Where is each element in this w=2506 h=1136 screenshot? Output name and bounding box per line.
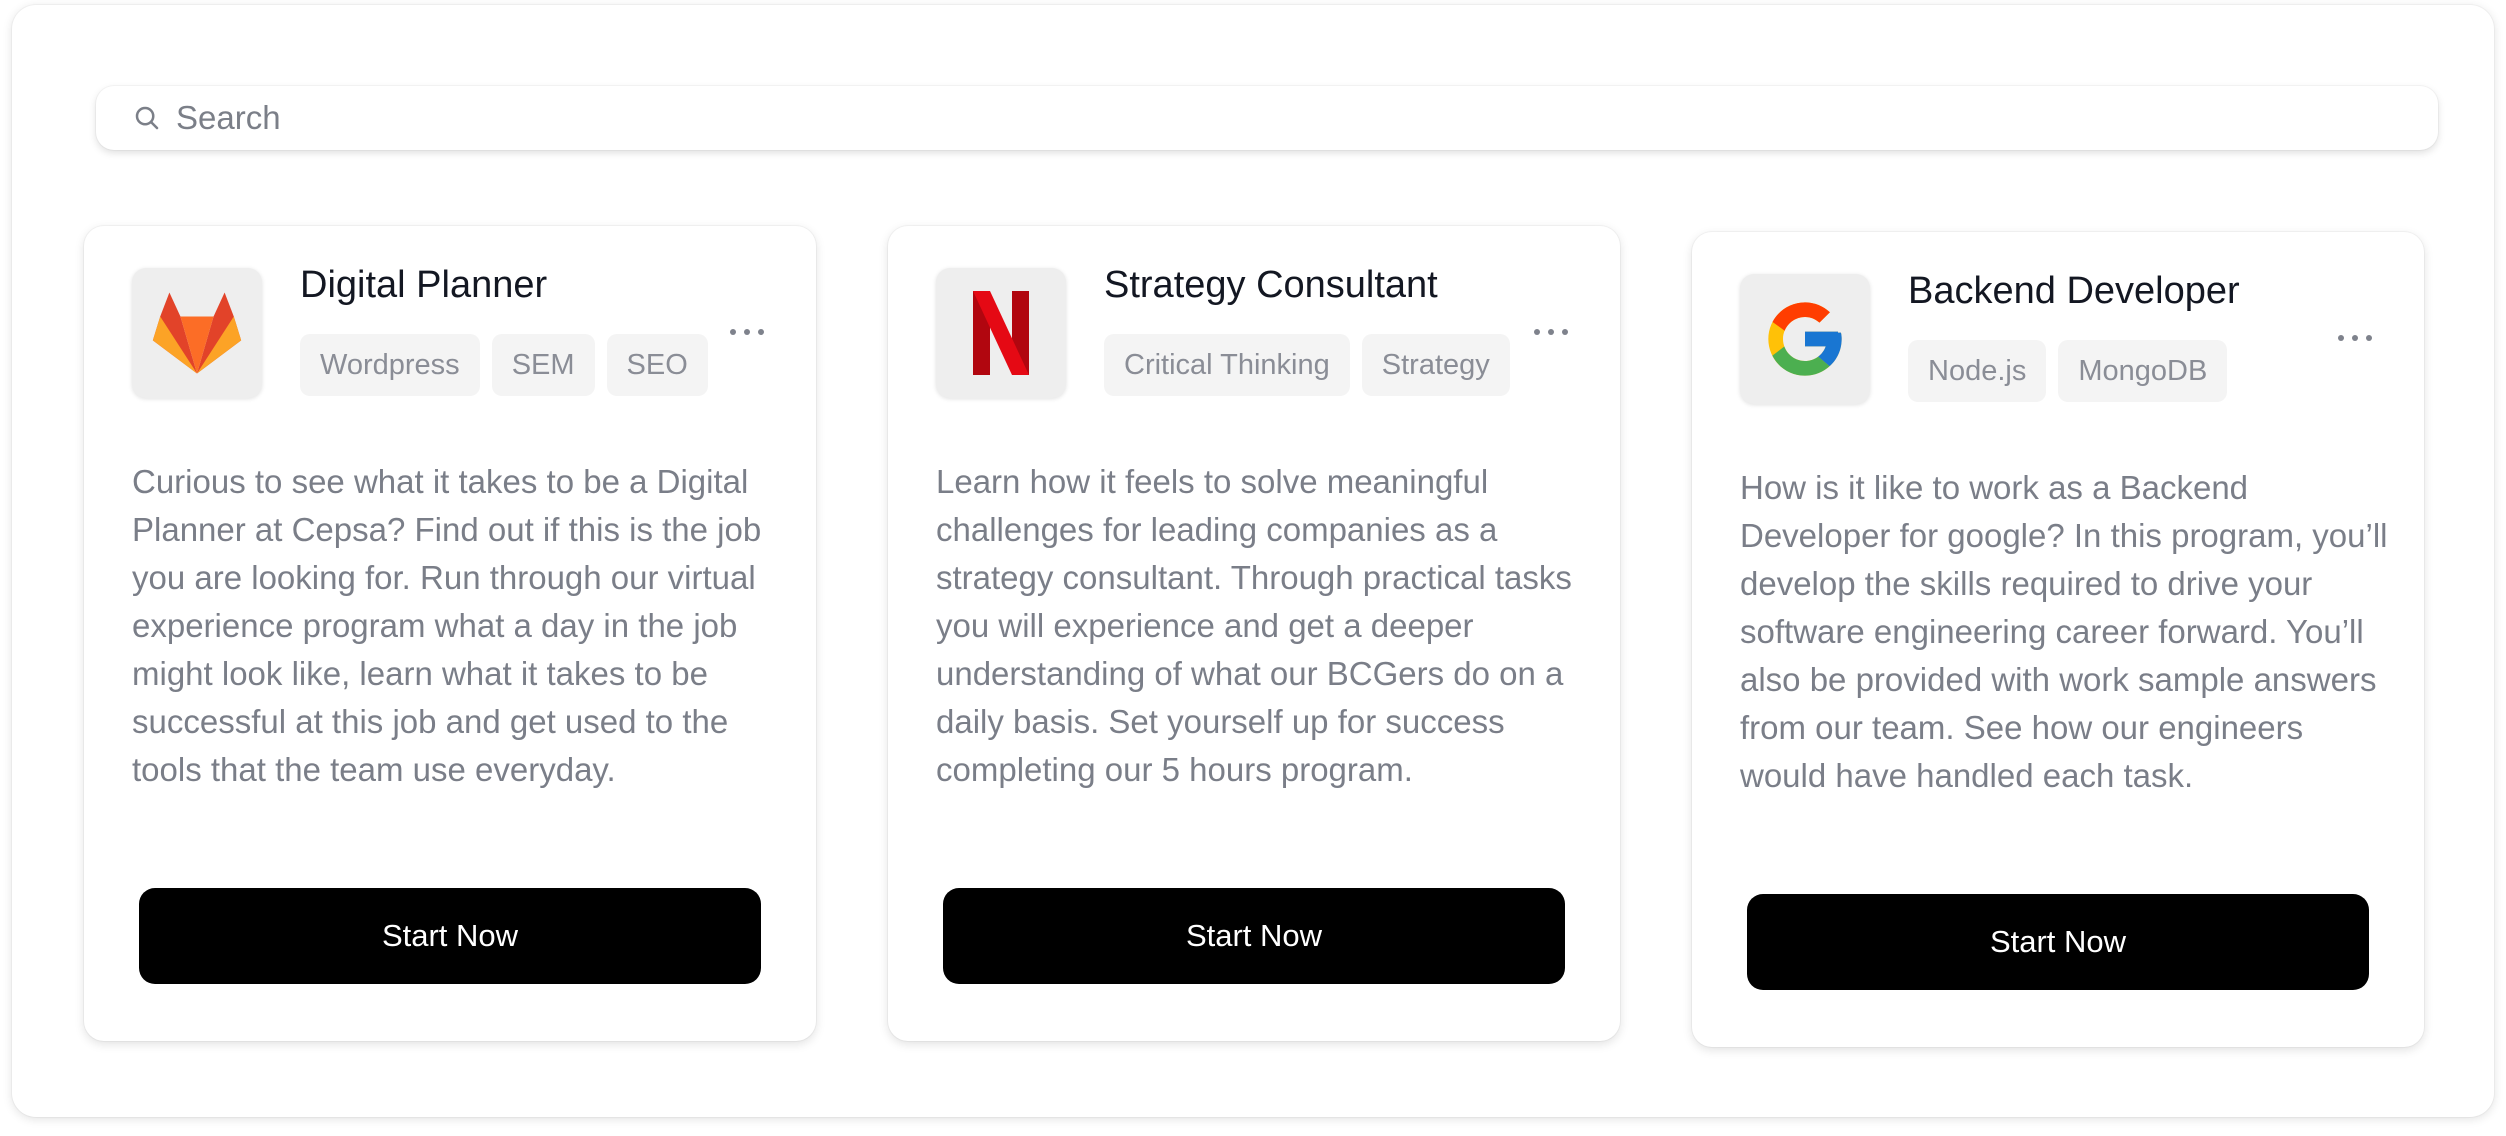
google-g-logo-icon <box>1768 302 1842 376</box>
program-card-strategy-consultant: Strategy Consultant Critical Thinking St… <box>888 226 1620 1041</box>
search-icon <box>135 106 159 130</box>
company-logo <box>132 268 262 398</box>
start-now-button[interactable]: Start Now <box>943 888 1565 984</box>
gitlab-fox-logo-icon <box>152 292 242 374</box>
card-title: Digital Planner <box>300 264 548 306</box>
card-description: How is it like to work as a Backend Deve… <box>1740 469 2388 794</box>
program-list-panel: Digital Planner Wordpress SEM SEO Curiou… <box>12 5 2494 1117</box>
skill-tag: Critical Thinking <box>1104 334 1350 396</box>
tag-list: Critical Thinking Strategy <box>1104 334 1510 396</box>
card-description: Curious to see what it takes to be a Dig… <box>132 463 762 788</box>
more-options-icon[interactable] <box>2338 328 2372 348</box>
card-description: Learn how it feels to solve meaningful c… <box>936 463 1572 788</box>
start-now-button[interactable]: Start Now <box>139 888 761 984</box>
search-input[interactable] <box>176 86 2438 150</box>
skill-tag: MongoDB <box>2058 340 2228 402</box>
tag-list: Wordpress SEM SEO <box>300 334 708 396</box>
search-bar[interactable] <box>96 86 2438 150</box>
skill-tag: Wordpress <box>300 334 480 396</box>
start-now-button[interactable]: Start Now <box>1747 894 2369 990</box>
program-card-digital-planner: Digital Planner Wordpress SEM SEO Curiou… <box>84 226 816 1041</box>
skill-tag: SEM <box>491 334 595 396</box>
card-title: Strategy Consultant <box>1104 264 1438 306</box>
more-options-icon[interactable] <box>730 322 764 342</box>
more-options-icon[interactable] <box>1534 322 1568 342</box>
skill-tag: Node.js <box>1908 340 2047 402</box>
skill-tag: SEO <box>606 334 708 396</box>
program-card-backend-developer: Backend Developer Node.js MongoDB How is… <box>1692 232 2424 1047</box>
skill-tag: Strategy <box>1361 334 1510 396</box>
card-title: Backend Developer <box>1908 270 2240 312</box>
netflix-n-logo-icon <box>973 291 1029 375</box>
company-logo <box>936 268 1066 398</box>
tag-list: Node.js MongoDB <box>1908 340 2228 402</box>
company-logo <box>1740 274 1870 404</box>
